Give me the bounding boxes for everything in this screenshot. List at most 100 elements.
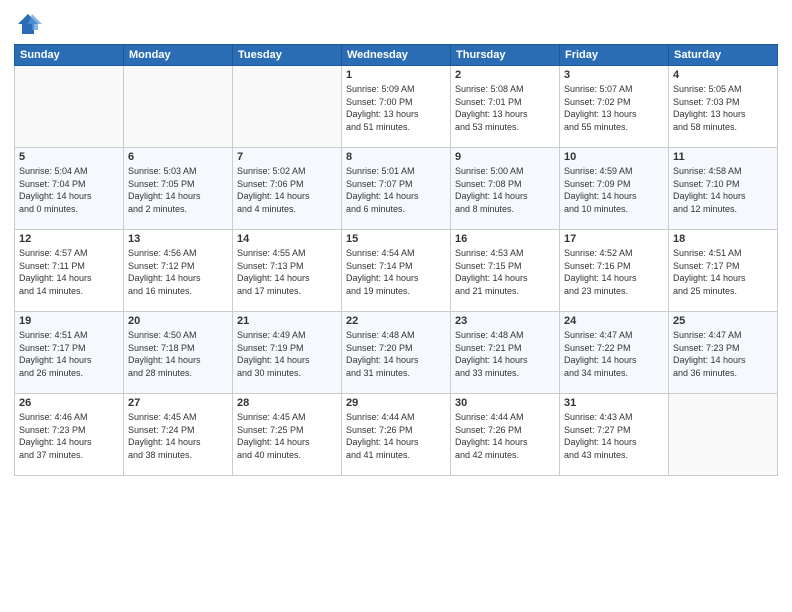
day-info: Sunrise: 4:44 AM Sunset: 7:26 PM Dayligh… bbox=[455, 411, 555, 461]
day-info: Sunrise: 5:00 AM Sunset: 7:08 PM Dayligh… bbox=[455, 165, 555, 215]
weekday-header-wednesday: Wednesday bbox=[342, 45, 451, 66]
day-info: Sunrise: 5:07 AM Sunset: 7:02 PM Dayligh… bbox=[564, 83, 664, 133]
calendar-cell: 8 Sunrise: 5:01 AM Sunset: 7:07 PM Daylig… bbox=[342, 148, 451, 230]
calendar-cell: 7 Sunrise: 5:02 AM Sunset: 7:06 PM Daylig… bbox=[233, 148, 342, 230]
calendar-cell: 19 Sunrise: 4:51 AM Sunset: 7:17 PM Dayli… bbox=[15, 312, 124, 394]
day-number: 5 bbox=[19, 151, 119, 163]
calendar-cell: 26Sunrise: 4:46 AM Sunset: 7:23 PM Dayli… bbox=[15, 394, 124, 476]
day-number: 16 bbox=[455, 233, 555, 245]
day-number: 19 bbox=[19, 315, 119, 327]
day-info: Sunrise: 4:43 AM Sunset: 7:27 PM Dayligh… bbox=[564, 411, 664, 461]
day-info: Sunrise: 5:05 AM Sunset: 7:03 PM Dayligh… bbox=[673, 83, 773, 133]
calendar-cell: 16 Sunrise: 4:53 AM Sunset: 7:15 PM Dayli… bbox=[451, 230, 560, 312]
logo bbox=[14, 10, 46, 38]
day-info: Sunrise: 4:51 AM Sunset: 7:17 PM Dayligh… bbox=[19, 329, 119, 379]
day-number: 26 bbox=[19, 397, 119, 409]
day-number: 17 bbox=[564, 233, 664, 245]
day-number: 8 bbox=[346, 151, 446, 163]
day-number: 29 bbox=[346, 397, 446, 409]
calendar-cell: 11 Sunrise: 4:58 AM Sunset: 7:10 PM Dayli… bbox=[669, 148, 778, 230]
day-info: Sunrise: 4:48 AM Sunset: 7:20 PM Dayligh… bbox=[346, 329, 446, 379]
calendar-cell bbox=[15, 66, 124, 148]
day-info: Sunrise: 5:01 AM Sunset: 7:07 PM Dayligh… bbox=[346, 165, 446, 215]
day-info: Sunrise: 4:51 AM Sunset: 7:17 PM Dayligh… bbox=[673, 247, 773, 297]
calendar-cell: 24 Sunrise: 4:47 AM Sunset: 7:22 PM Dayli… bbox=[560, 312, 669, 394]
day-info: Sunrise: 4:53 AM Sunset: 7:15 PM Dayligh… bbox=[455, 247, 555, 297]
weekday-header-thursday: Thursday bbox=[451, 45, 560, 66]
calendar-cell: 13Sunrise: 4:56 AM Sunset: 7:12 PM Dayli… bbox=[124, 230, 233, 312]
calendar-cell: 23 Sunrise: 4:48 AM Sunset: 7:21 PM Dayli… bbox=[451, 312, 560, 394]
day-number: 9 bbox=[455, 151, 555, 163]
calendar-week-2: 5 Sunrise: 5:04 AM Sunset: 7:04 PM Daylig… bbox=[15, 148, 778, 230]
day-number: 30 bbox=[455, 397, 555, 409]
day-number: 7 bbox=[237, 151, 337, 163]
calendar-week-1: 1 Sunrise: 5:09 AM Sunset: 7:00 PM Daylig… bbox=[15, 66, 778, 148]
calendar: SundayMondayTuesdayWednesdayThursdayFrid… bbox=[14, 44, 778, 476]
calendar-cell bbox=[233, 66, 342, 148]
calendar-cell: 10 Sunrise: 4:59 AM Sunset: 7:09 PM Dayli… bbox=[560, 148, 669, 230]
calendar-cell: 6 Sunrise: 5:03 AM Sunset: 7:05 PM Daylig… bbox=[124, 148, 233, 230]
calendar-cell: 5 Sunrise: 5:04 AM Sunset: 7:04 PM Daylig… bbox=[15, 148, 124, 230]
day-info: Sunrise: 4:47 AM Sunset: 7:22 PM Dayligh… bbox=[564, 329, 664, 379]
day-number: 3 bbox=[564, 69, 664, 81]
day-info: Sunrise: 5:02 AM Sunset: 7:06 PM Dayligh… bbox=[237, 165, 337, 215]
day-number: 23 bbox=[455, 315, 555, 327]
calendar-cell: 21 Sunrise: 4:49 AM Sunset: 7:19 PM Dayli… bbox=[233, 312, 342, 394]
calendar-cell: 22 Sunrise: 4:48 AM Sunset: 7:20 PM Dayli… bbox=[342, 312, 451, 394]
day-number: 27 bbox=[128, 397, 228, 409]
weekday-header-saturday: Saturday bbox=[669, 45, 778, 66]
calendar-cell: 17 Sunrise: 4:52 AM Sunset: 7:16 PM Dayli… bbox=[560, 230, 669, 312]
day-number: 10 bbox=[564, 151, 664, 163]
day-info: Sunrise: 4:45 AM Sunset: 7:25 PM Dayligh… bbox=[237, 411, 337, 461]
day-info: Sunrise: 4:58 AM Sunset: 7:10 PM Dayligh… bbox=[673, 165, 773, 215]
calendar-cell: 9 Sunrise: 5:00 AM Sunset: 7:08 PM Daylig… bbox=[451, 148, 560, 230]
calendar-cell: 28Sunrise: 4:45 AM Sunset: 7:25 PM Dayli… bbox=[233, 394, 342, 476]
day-info: Sunrise: 4:59 AM Sunset: 7:09 PM Dayligh… bbox=[564, 165, 664, 215]
day-info: Sunrise: 4:55 AM Sunset: 7:13 PM Dayligh… bbox=[237, 247, 337, 297]
day-info: Sunrise: 5:03 AM Sunset: 7:05 PM Dayligh… bbox=[128, 165, 228, 215]
day-number: 20 bbox=[128, 315, 228, 327]
calendar-week-5: 26Sunrise: 4:46 AM Sunset: 7:23 PM Dayli… bbox=[15, 394, 778, 476]
day-number: 11 bbox=[673, 151, 773, 163]
day-info: Sunrise: 5:08 AM Sunset: 7:01 PM Dayligh… bbox=[455, 83, 555, 133]
day-number: 6 bbox=[128, 151, 228, 163]
day-number: 2 bbox=[455, 69, 555, 81]
calendar-cell: 15Sunrise: 4:54 AM Sunset: 7:14 PM Dayli… bbox=[342, 230, 451, 312]
page: SundayMondayTuesdayWednesdayThursdayFrid… bbox=[0, 0, 792, 612]
header bbox=[14, 10, 778, 38]
day-info: Sunrise: 4:57 AM Sunset: 7:11 PM Dayligh… bbox=[19, 247, 119, 297]
day-number: 13 bbox=[128, 233, 228, 245]
day-number: 4 bbox=[673, 69, 773, 81]
calendar-cell: 14 Sunrise: 4:55 AM Sunset: 7:13 PM Dayli… bbox=[233, 230, 342, 312]
calendar-cell: 29 Sunrise: 4:44 AM Sunset: 7:26 PM Dayli… bbox=[342, 394, 451, 476]
day-info: Sunrise: 4:47 AM Sunset: 7:23 PM Dayligh… bbox=[673, 329, 773, 379]
day-number: 22 bbox=[346, 315, 446, 327]
day-number: 15 bbox=[346, 233, 446, 245]
calendar-cell: 4 Sunrise: 5:05 AM Sunset: 7:03 PM Daylig… bbox=[669, 66, 778, 148]
day-info: Sunrise: 4:49 AM Sunset: 7:19 PM Dayligh… bbox=[237, 329, 337, 379]
day-info: Sunrise: 5:04 AM Sunset: 7:04 PM Dayligh… bbox=[19, 165, 119, 215]
day-info: Sunrise: 4:45 AM Sunset: 7:24 PM Dayligh… bbox=[128, 411, 228, 461]
day-number: 12 bbox=[19, 233, 119, 245]
calendar-cell: 3 Sunrise: 5:07 AM Sunset: 7:02 PM Daylig… bbox=[560, 66, 669, 148]
day-info: Sunrise: 4:44 AM Sunset: 7:26 PM Dayligh… bbox=[346, 411, 446, 461]
calendar-cell: 27 Sunrise: 4:45 AM Sunset: 7:24 PM Dayli… bbox=[124, 394, 233, 476]
day-info: Sunrise: 5:09 AM Sunset: 7:00 PM Dayligh… bbox=[346, 83, 446, 133]
calendar-week-3: 12 Sunrise: 4:57 AM Sunset: 7:11 PM Dayli… bbox=[15, 230, 778, 312]
calendar-header-row: SundayMondayTuesdayWednesdayThursdayFrid… bbox=[15, 45, 778, 66]
day-number: 25 bbox=[673, 315, 773, 327]
day-number: 24 bbox=[564, 315, 664, 327]
calendar-week-4: 19 Sunrise: 4:51 AM Sunset: 7:17 PM Dayli… bbox=[15, 312, 778, 394]
day-info: Sunrise: 4:52 AM Sunset: 7:16 PM Dayligh… bbox=[564, 247, 664, 297]
weekday-header-monday: Monday bbox=[124, 45, 233, 66]
day-info: Sunrise: 4:48 AM Sunset: 7:21 PM Dayligh… bbox=[455, 329, 555, 379]
weekday-header-tuesday: Tuesday bbox=[233, 45, 342, 66]
day-number: 1 bbox=[346, 69, 446, 81]
day-info: Sunrise: 4:50 AM Sunset: 7:18 PM Dayligh… bbox=[128, 329, 228, 379]
day-number: 21 bbox=[237, 315, 337, 327]
calendar-cell: 18Sunrise: 4:51 AM Sunset: 7:17 PM Dayli… bbox=[669, 230, 778, 312]
weekday-header-friday: Friday bbox=[560, 45, 669, 66]
day-number: 14 bbox=[237, 233, 337, 245]
calendar-cell bbox=[124, 66, 233, 148]
calendar-cell: 30 Sunrise: 4:44 AM Sunset: 7:26 PM Dayli… bbox=[451, 394, 560, 476]
